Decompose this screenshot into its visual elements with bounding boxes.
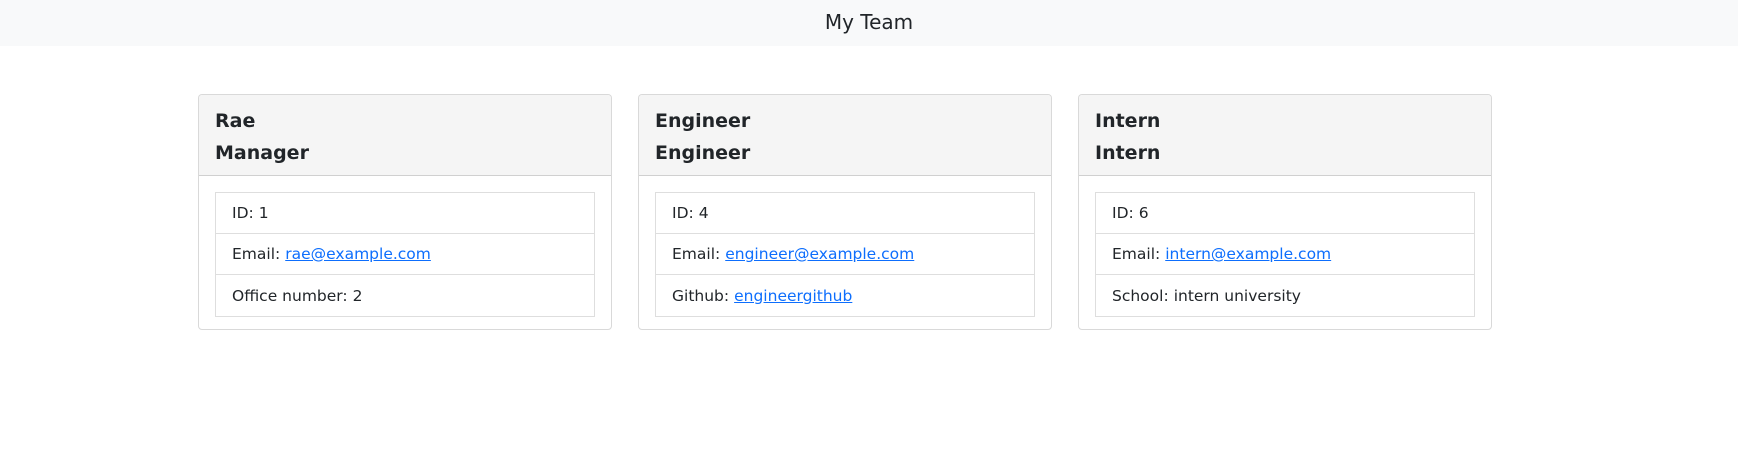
- email-link[interactable]: rae@example.com: [285, 245, 431, 263]
- id-label: ID:: [672, 204, 694, 222]
- email-label: Email:: [232, 245, 281, 263]
- id-value: 4: [698, 204, 709, 222]
- email-link[interactable]: intern@example.com: [1165, 245, 1331, 263]
- github-row: Github: engineergithub: [656, 275, 1034, 316]
- id-row: ID: 6: [1096, 193, 1474, 234]
- card-body: ID: 1 Email: rae@example.com Office numb…: [199, 176, 611, 329]
- page-title: My Team: [824, 10, 914, 34]
- id-value: 1: [258, 204, 269, 222]
- info-list: ID: 1 Email: rae@example.com Office numb…: [215, 192, 595, 317]
- employee-card-engineer: Engineer Engineer ID: 4 Email: engineer@…: [638, 94, 1052, 330]
- employee-role: Intern: [1095, 142, 1161, 164]
- card-body: ID: 4 Email: engineer@example.com Github…: [639, 176, 1051, 329]
- github-label: Github:: [672, 286, 730, 305]
- email-label: Email:: [1112, 245, 1161, 263]
- office-number-value: 2: [352, 286, 363, 305]
- office-number-label: Office number:: [232, 286, 348, 305]
- github-link[interactable]: engineergithub: [734, 287, 852, 305]
- info-list: ID: 6 Email: intern@example.com School: …: [1095, 192, 1475, 317]
- card-header: Engineer Engineer: [639, 95, 1051, 176]
- email-link[interactable]: engineer@example.com: [725, 245, 914, 263]
- email-row: Email: engineer@example.com: [656, 234, 1034, 275]
- card-header: Rae Manager: [199, 95, 611, 176]
- school-value: intern university: [1173, 286, 1301, 305]
- employee-role: Engineer: [655, 142, 751, 164]
- card-body: ID: 6 Email: intern@example.com School: …: [1079, 176, 1491, 329]
- id-label: ID:: [1112, 204, 1134, 222]
- employee-name: Engineer: [655, 110, 751, 132]
- school-label: School:: [1112, 286, 1169, 305]
- id-label: ID:: [232, 204, 254, 222]
- employee-name: Rae: [215, 110, 256, 132]
- email-row: Email: intern@example.com: [1096, 234, 1474, 275]
- employee-card-manager: Rae Manager ID: 1 Email: rae@example.com…: [198, 94, 612, 330]
- employee-name: Intern: [1095, 110, 1161, 132]
- employee-card-intern: Intern Intern ID: 6 Email: intern@exampl…: [1078, 94, 1492, 330]
- email-label: Email:: [672, 245, 721, 263]
- email-row: Email: rae@example.com: [216, 234, 594, 275]
- employee-role: Manager: [215, 142, 309, 164]
- navbar: My Team: [0, 0, 1738, 46]
- office-number-row: Office number: 2: [216, 275, 594, 316]
- id-value: 6: [1138, 204, 1149, 222]
- id-row: ID: 1: [216, 193, 594, 234]
- school-row: School: intern university: [1096, 275, 1474, 316]
- info-list: ID: 4 Email: engineer@example.com Github…: [655, 192, 1035, 317]
- id-row: ID: 4: [656, 193, 1034, 234]
- card-header: Intern Intern: [1079, 95, 1491, 176]
- team-cards: Rae Manager ID: 1 Email: rae@example.com…: [198, 94, 1492, 330]
